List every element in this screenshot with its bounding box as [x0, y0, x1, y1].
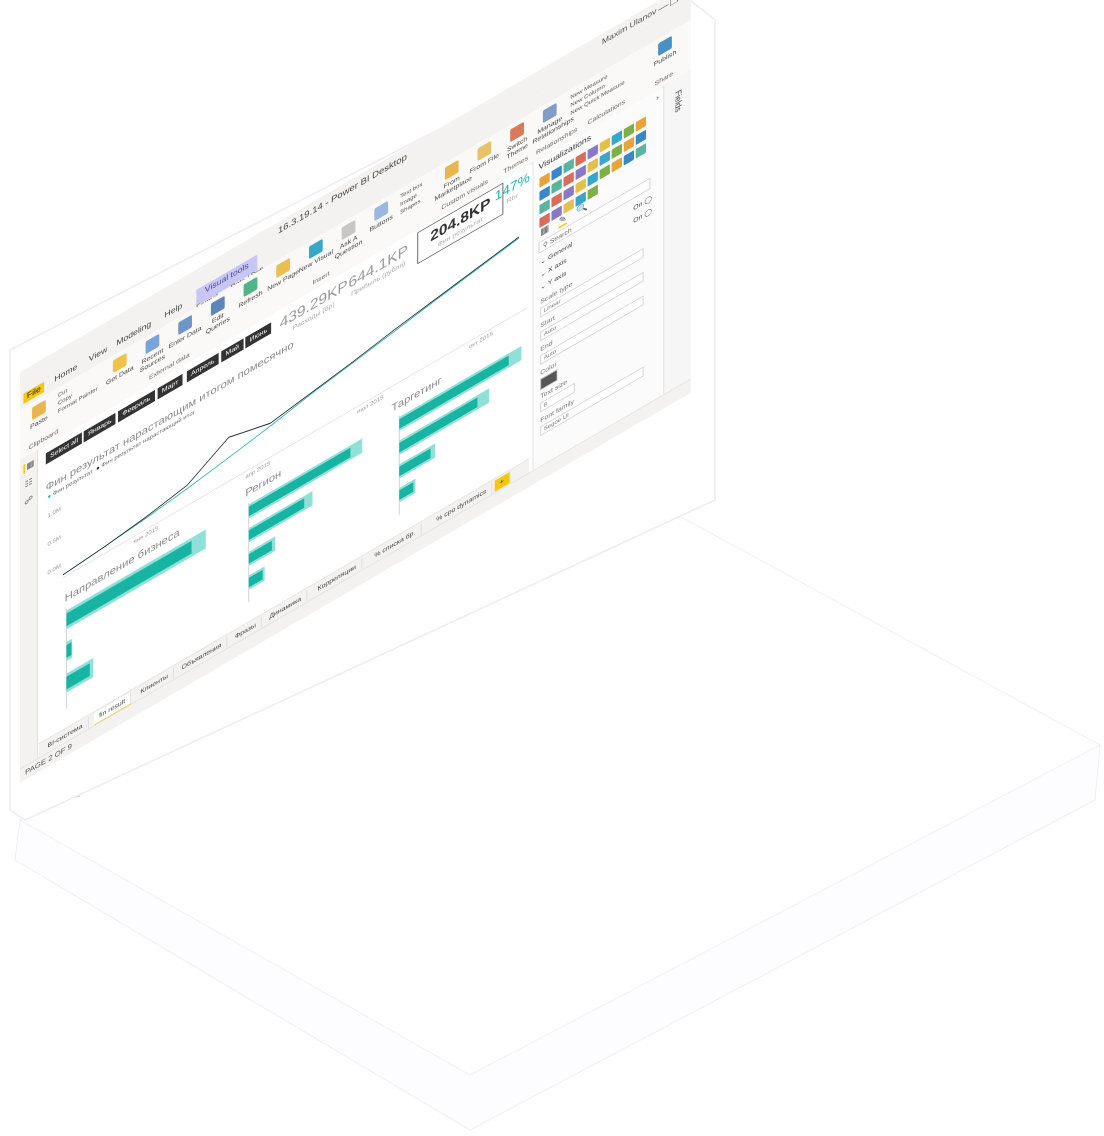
- slicer-item[interactable]: Июнь: [245, 322, 272, 349]
- bar: [248, 540, 272, 564]
- fields-tab-icon[interactable]: ▦: [540, 223, 549, 238]
- slicer-item[interactable]: Май: [221, 338, 244, 363]
- visual-type-icon[interactable]: [635, 143, 647, 159]
- visual-type-icon[interactable]: [611, 157, 622, 173]
- slicer-item[interactable]: Март: [157, 373, 183, 400]
- visual-type-icon[interactable]: [623, 150, 635, 166]
- maximize-icon[interactable]: ❐: [670, 0, 679, 9]
- model-view-icon[interactable]: ☍: [23, 494, 33, 509]
- report-view-icon[interactable]: ▦: [23, 457, 36, 475]
- fields-pane-collapsed[interactable]: Fields: [663, 69, 691, 395]
- fields-label: Fields: [672, 88, 683, 115]
- view-switcher: ▦ ☷ ☍: [20, 449, 39, 769]
- close-icon[interactable]: ✕: [680, 0, 689, 2]
- minimize-icon[interactable]: —: [658, 0, 668, 15]
- legend-dot-icon: ●: [96, 464, 100, 473]
- visual-type-icon[interactable]: [599, 164, 610, 180]
- insert-list: Text box Image Shapes: [400, 181, 422, 218]
- collapse-icon[interactable]: ›: [656, 93, 659, 103]
- data-view-icon[interactable]: ☷: [23, 476, 33, 491]
- visual-type-icon[interactable]: [587, 184, 598, 200]
- legend-dot-icon: ●: [47, 492, 52, 501]
